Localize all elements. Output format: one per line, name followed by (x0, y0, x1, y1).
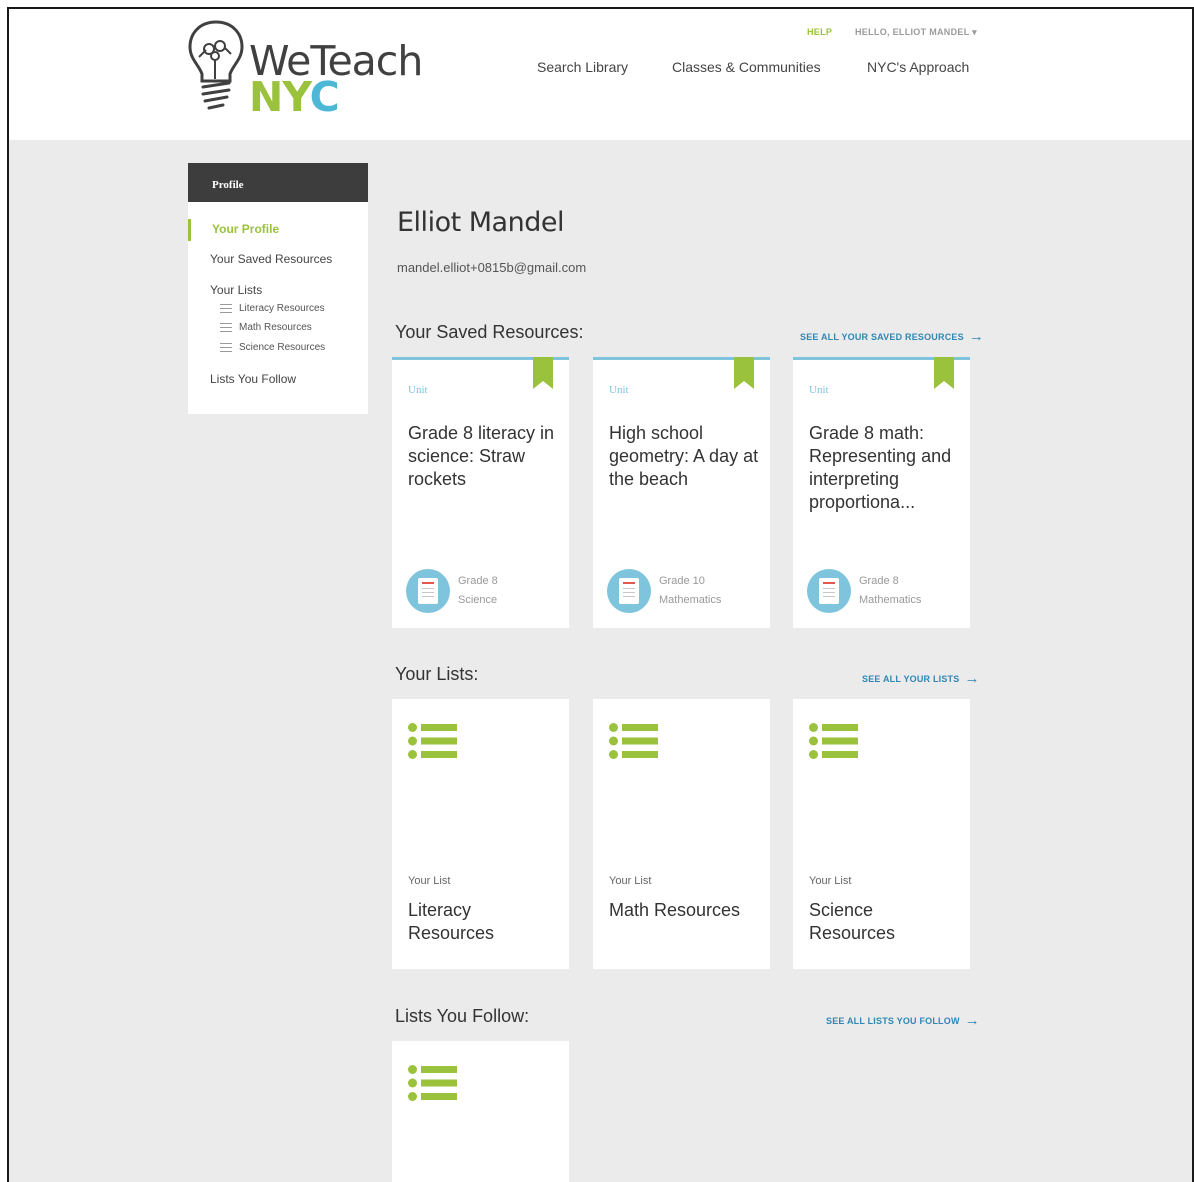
sidebar-subitem-label: Math Resources (239, 322, 312, 333)
logo-nyc: NYC (249, 77, 340, 118)
list-label: Your List (809, 875, 852, 887)
your-lists-heading: Your Lists: (395, 664, 479, 684)
sidebar-subitem-label: Literacy Resources (239, 303, 325, 314)
list-label: Your List (609, 875, 652, 887)
weteach-nyc-logo[interactable]: WeTeach NYC (187, 19, 427, 119)
page-frame: WeTeach NYC HELP HELLO, ELLIOT MANDEL ▾ … (7, 7, 1194, 1182)
profile-name: Elliot Mandel (397, 207, 564, 238)
see-all-follow-link[interactable]: SEE ALL LISTS YOU FOLLOW → (826, 1013, 980, 1028)
arrow-right-icon: → (968, 328, 985, 345)
resource-meta: Grade 8 Science (458, 572, 498, 610)
see-all-lists-link[interactable]: SEE ALL YOUR LISTS → (862, 671, 980, 686)
list-icon (220, 343, 232, 352)
resource-title: Grade 8 literacy in science: Straw rocke… (408, 423, 555, 489)
resource-subject: Science (458, 594, 498, 606)
list-icon (220, 323, 232, 332)
site-header: WeTeach NYC HELP HELLO, ELLIOT MANDEL ▾ … (9, 9, 1192, 140)
list-title: Math Resources (609, 900, 741, 920)
resource-type: Unit (408, 384, 428, 396)
sidebar-subitem-literacy[interactable]: Literacy Resources (220, 303, 325, 314)
nav-classes-communities[interactable]: Classes & Communities (672, 59, 821, 75)
resource-grade: Grade 8 (458, 575, 498, 587)
sidebar-subitem-label: Science Resources (239, 342, 326, 353)
document-icon (807, 569, 851, 613)
sidebar-item-lists-you-follow[interactable]: Lists You Follow (210, 372, 296, 386)
list-icon (809, 723, 858, 759)
list-icon (408, 723, 457, 759)
saved-resources-heading: Your Saved Resources: (395, 322, 584, 342)
resource-meta: Grade 8 Mathematics (859, 572, 921, 610)
profile-email: mandel.elliot+0815b@gmail.com (397, 260, 587, 275)
sidebar-item-your-profile[interactable]: Your Profile (212, 222, 279, 236)
list-title: Science Resources (809, 900, 896, 943)
user-menu[interactable]: HELLO, ELLIOT MANDEL ▾ (855, 27, 977, 38)
bookmark-icon[interactable] (734, 357, 754, 389)
resource-meta: Grade 10 Mathematics (659, 572, 721, 610)
resource-card[interactable]: Unit Grade 8 math: Representing and inte… (793, 357, 970, 628)
resource-title: Grade 8 math: Representing and interpret… (809, 423, 952, 512)
see-all-follow-label: SEE ALL LISTS YOU FOLLOW (826, 1015, 960, 1026)
sidebar-subitem-math[interactable]: Math Resources (220, 322, 312, 333)
list-label: Your List (408, 875, 451, 887)
list-card[interactable]: Your List Science Resources (793, 699, 970, 969)
logo-nyc-y: Y (282, 73, 310, 121)
resource-footer: Grade 8 Science (406, 569, 498, 613)
resource-type: Unit (809, 384, 829, 396)
see-all-lists-label: SEE ALL YOUR LISTS (862, 673, 960, 684)
lightbulb-icon (188, 20, 244, 110)
resource-grade: Grade 8 (859, 575, 899, 587)
sidebar-header: Profile (188, 163, 368, 202)
sidebar-item-your-lists[interactable]: Your Lists (210, 283, 262, 297)
resource-grade: Grade 10 (659, 575, 705, 587)
logo-nyc-n: N (249, 73, 283, 121)
list-icon (609, 723, 658, 759)
see-all-saved-label: SEE ALL YOUR SAVED RESOURCES (800, 331, 964, 342)
list-title: Literacy Resources (408, 900, 495, 943)
document-icon (607, 569, 651, 613)
nav-nyc-approach[interactable]: NYC's Approach (867, 59, 969, 75)
resource-title: High school geometry: A day at the beach (609, 423, 759, 489)
arrow-right-icon: → (964, 1012, 980, 1029)
resource-subject: Mathematics (659, 594, 722, 606)
help-link[interactable]: HELP (807, 27, 832, 37)
list-icon (408, 1065, 457, 1101)
followed-list-card[interactable] (392, 1041, 569, 1182)
lists-you-follow-heading: Lists You Follow: (395, 1006, 530, 1026)
nav-search-library[interactable]: Search Library (537, 59, 628, 75)
resource-footer: Grade 10 Mathematics (607, 569, 721, 613)
profile-sidebar: Profile Your Profile Your Saved Resource… (188, 163, 368, 414)
logo-nyc-c: C (309, 73, 340, 121)
bookmark-icon[interactable] (934, 357, 954, 389)
resource-card[interactable]: Unit High school geometry: A day at the … (593, 357, 770, 628)
resource-type: Unit (609, 384, 629, 396)
sidebar-subitem-science[interactable]: Science Resources (220, 342, 325, 353)
active-indicator (188, 219, 191, 241)
document-icon (406, 569, 450, 613)
resource-subject: Mathematics (859, 594, 922, 606)
resource-card[interactable]: Unit Grade 8 literacy in science: Straw … (392, 357, 569, 628)
sidebar-item-saved-resources[interactable]: Your Saved Resources (210, 252, 332, 266)
arrow-right-icon: → (964, 670, 980, 687)
bookmark-icon[interactable] (533, 357, 553, 389)
list-icon (220, 304, 232, 313)
list-card[interactable]: Your List Literacy Resources (392, 699, 569, 969)
resource-footer: Grade 8 Mathematics (807, 569, 921, 613)
see-all-saved-link[interactable]: SEE ALL YOUR SAVED RESOURCES → (800, 329, 984, 344)
list-card[interactable]: Your List Math Resources (593, 699, 770, 969)
